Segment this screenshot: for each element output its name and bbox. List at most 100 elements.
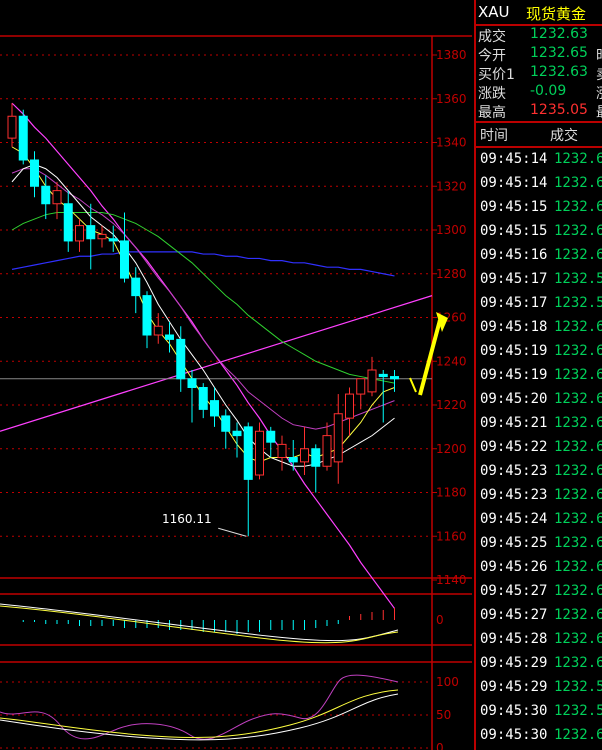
ma-blue-line (11, 251, 395, 277)
quote-label: 涨跌 (478, 86, 506, 102)
candle-up (255, 430, 264, 476)
tick-price: 1232.60 (554, 655, 602, 671)
candle-down (120, 240, 129, 279)
tick-row: 09:45:25 1232.62 (476, 532, 602, 556)
tick-price: 1232.60 (554, 511, 602, 527)
quote-row-open: 今开 1232.65 时 (476, 44, 602, 64)
candle-down (30, 159, 39, 187)
quote-row-change: 涨跌 -0.09 涨 (476, 82, 602, 102)
tick-time: 09:45:30 (480, 727, 548, 743)
tick-price: 1232.65 (554, 319, 602, 335)
ytick-label: 1380 (436, 48, 467, 62)
candle-down (108, 238, 118, 242)
tick-row: 09:45:27 1232.61 (476, 580, 602, 604)
annotation-arrow-small (409, 377, 417, 393)
tick-row: 09:45:30 1232.61 (476, 724, 602, 748)
quote-value: 1232.63 (530, 26, 588, 42)
ytick-label: 1300 (436, 223, 467, 237)
ytick-label: 1240 (436, 354, 467, 368)
quote-row-high: 最高 1235.05 最 (476, 101, 602, 121)
tick-time: 09:45:30 (480, 703, 548, 719)
tick-time: 09:45:17 (480, 271, 548, 287)
candle-up (52, 190, 62, 205)
candle-up (367, 369, 377, 393)
tick-time: 09:45:27 (480, 583, 548, 599)
tick-row: 09:45:21 1232.63 (476, 412, 602, 436)
tick-price: 1232.61 (554, 151, 602, 167)
candle-up (322, 435, 332, 467)
candle-down (232, 430, 242, 437)
candle-up (75, 225, 84, 242)
candle-down (378, 373, 388, 378)
quote-row-last: 成交 1232.63 (476, 25, 602, 45)
quote-label: 最高 (478, 105, 506, 121)
ytick-label: 1140 (436, 573, 467, 587)
quote-extra: 时 (596, 45, 602, 65)
symbol-code: XAU (478, 3, 510, 21)
quote-value: 1235.05 (530, 102, 588, 118)
candle-down (221, 415, 231, 432)
kdj-d-line (0, 693, 399, 741)
candle-down (210, 400, 219, 417)
tick-row: 09:45:23 1232.63 (476, 484, 602, 508)
tick-row: 09:45:14 1232.63 (476, 172, 602, 196)
tick-price: 1232.60 (554, 607, 602, 623)
tick-time: 09:45:26 (480, 559, 548, 575)
tick-time: 09:45:23 (480, 463, 548, 479)
trendline-falling (11, 102, 395, 609)
tick-price: 1232.62 (554, 391, 602, 407)
candle-up (97, 233, 107, 240)
tick-price: 1232.65 (554, 631, 602, 647)
tick-time: 09:45:15 (480, 199, 548, 215)
tick-price: 1232.60 (554, 367, 602, 383)
tick-price: 1232.64 (554, 199, 602, 215)
kdj-tick-label: 0 (436, 741, 444, 750)
ticks-header: 时间 成交 (476, 124, 602, 146)
candle-down (142, 295, 152, 336)
tick-time: 09:45:27 (480, 607, 548, 623)
low-annotation-label: 1160.11 (162, 512, 212, 526)
tick-price: 1232.59 (554, 295, 602, 311)
candle-up (356, 378, 366, 395)
tick-time: 09:45:23 (480, 487, 548, 503)
quote-label: 今开 (478, 48, 506, 64)
tick-row: 09:45:28 1232.65 (476, 628, 602, 652)
macd-zero-label: 0 (436, 613, 444, 627)
quote-value: -0.09 (530, 83, 567, 99)
tick-time: 09:45:22 (480, 439, 548, 455)
tick-time: 09:45:20 (480, 391, 548, 407)
ytick-label: 1180 (436, 486, 467, 500)
tick-time: 09:45:16 (480, 247, 548, 263)
tick-price: 1232.63 (554, 223, 602, 239)
candle-down (41, 185, 51, 205)
tick-time: 09:45:15 (480, 223, 548, 239)
candle-up (333, 413, 343, 463)
tick-price: 1232.63 (554, 415, 602, 431)
quote-extra: 卖 (596, 64, 602, 84)
quote-header: XAU 现货黄金 (476, 0, 602, 26)
tick-price: 1232.58 (554, 703, 602, 719)
tick-row: 09:45:30 1232.58 (476, 700, 602, 724)
candle-down (131, 277, 141, 297)
tick-time: 09:45:28 (480, 631, 548, 647)
kdj-tick-label: 50 (436, 708, 451, 722)
candle-up (300, 448, 309, 463)
quote-panel: XAU 现货黄金 成交 1232.63 今开 1232.65 时 买价1 123… (474, 0, 602, 750)
quote-label: 买价1 (478, 67, 515, 83)
tick-row: 09:45:16 1232.63 (476, 244, 602, 268)
tick-time: 09:45:19 (480, 367, 548, 383)
tick-row: 09:45:17 1232.58 (476, 268, 602, 292)
tick-price: 1232.61 (554, 463, 602, 479)
kline-chart: 1140116011801200122012401260128013001320… (0, 35, 472, 750)
candle-down (18, 115, 28, 161)
tick-time: 09:45:21 (480, 415, 548, 431)
tick-row: 09:45:23 1232.61 (476, 460, 602, 484)
candle-down (390, 376, 399, 380)
candle-down (198, 387, 208, 410)
kline-chart-area[interactable]: 1140 1160 1180 1200 1220 1240 1260 1280 1300 1320… (0, 0, 472, 750)
tick-time: 09:45:25 (480, 535, 548, 551)
symbol-name: 现货黄金 (526, 5, 587, 23)
tick-price: 1232.58 (554, 271, 602, 287)
tick-price: 1232.61 (554, 583, 602, 599)
tick-price: 1232.64 (554, 439, 602, 455)
